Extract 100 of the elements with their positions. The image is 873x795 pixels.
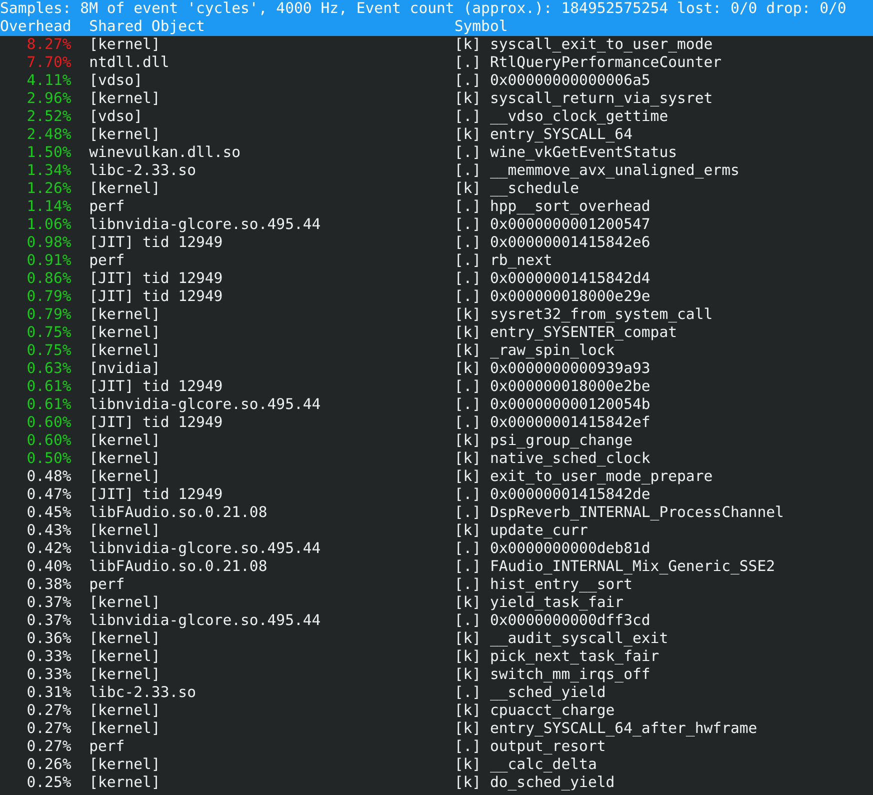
shared-object: [JIT] tid 12949: [89, 486, 224, 504]
shared-object: [kernel]: [89, 666, 162, 684]
shared-object: winevulkan.dll.so: [89, 144, 242, 162]
shared-object: [kernel]: [89, 594, 162, 612]
symbol-name: [.] 0x00000001415842d4: [454, 270, 652, 288]
shared-object: [kernel]: [89, 180, 162, 198]
overhead-value: 0.33%: [26, 666, 72, 684]
symbol-name: [k] __schedule: [454, 180, 580, 198]
symbol-name: [.] 0x000000018000e29e: [454, 288, 652, 306]
overhead-value: 0.37%: [26, 612, 72, 630]
symbol-name: [.] 0x000000018000e2be: [454, 378, 652, 396]
symbol-name: [k] exit_to_user_mode_prepare: [454, 468, 714, 486]
symbol-name: [k] 0x0000000000939a93: [454, 360, 652, 378]
symbol-name: [.] 0x0000000001200547: [454, 216, 652, 234]
symbol-name: [k] do_sched_yield: [454, 774, 616, 792]
overhead-value: 0.48%: [26, 468, 72, 486]
symbol-name: [.] 0x0000000000deb81d: [454, 540, 652, 558]
overhead-value: 0.27%: [26, 702, 72, 720]
shared-object: [JIT] tid 12949: [89, 378, 224, 396]
overhead-value: 1.06%: [26, 216, 72, 234]
shared-object: libFAudio.so.0.21.08: [89, 558, 268, 576]
shared-object: perf: [89, 738, 126, 756]
symbol-name: [.] __vdso_clock_gettime: [454, 108, 670, 126]
shared-object: perf: [89, 252, 126, 270]
overhead-value: 0.79%: [26, 288, 72, 306]
shared-object: libnvidia-glcore.so.495.44: [89, 540, 322, 558]
shared-object: libnvidia-glcore.so.495.44: [89, 396, 322, 414]
symbol-name: [.] rb_next: [454, 252, 554, 270]
shared-object: [JIT] tid 12949: [89, 270, 224, 288]
shared-object: [nvidia]: [89, 360, 162, 378]
overhead-value: 0.91%: [26, 252, 72, 270]
symbol-name: [.] 0x00000001415842ef: [454, 414, 652, 432]
overhead-value: 0.33%: [26, 648, 72, 666]
overhead-value: 0.63%: [26, 360, 72, 378]
shared-object: [kernel]: [89, 324, 162, 342]
overhead-value: 0.75%: [26, 342, 72, 360]
overhead-value: 0.50%: [26, 450, 72, 468]
overhead-value: 0.31%: [26, 684, 72, 702]
shared-object: libFAudio.so.0.21.08: [89, 504, 268, 522]
overhead-value: 1.26%: [26, 180, 72, 198]
overhead-value: 0.98%: [26, 234, 72, 252]
shared-object: [kernel]: [89, 90, 162, 108]
symbol-name: [k] entry_SYSCALL_64_after_hwframe: [454, 720, 758, 738]
overhead-value: 0.45%: [26, 504, 72, 522]
overhead-value: 0.43%: [26, 522, 72, 540]
shared-object: [kernel]: [89, 126, 162, 144]
overhead-value: 0.26%: [26, 756, 72, 774]
overhead-value: 1.14%: [26, 198, 72, 216]
shared-object: ntdll.dll: [89, 54, 170, 72]
overhead-value: 1.34%: [26, 162, 72, 180]
symbol-name: [k] entry_SYSENTER_compat: [454, 324, 678, 342]
symbol-name: [.] __memmove_avx_unaligned_erms: [454, 162, 740, 180]
overhead-value: 2.48%: [26, 126, 72, 144]
shared-object: [kernel]: [89, 756, 162, 774]
shared-object: [kernel]: [89, 342, 162, 360]
shared-object: [kernel]: [89, 720, 162, 738]
overhead-value: 0.61%: [26, 378, 72, 396]
symbol-name: [.] RtlQueryPerformanceCounter: [454, 54, 723, 72]
overhead-value: 4.11%: [26, 72, 72, 90]
symbol-name: [k] switch_mm_irqs_off: [454, 666, 652, 684]
shared-object: [kernel]: [89, 468, 162, 486]
shared-object: [kernel]: [89, 774, 162, 792]
shared-object: [JIT] tid 12949: [89, 414, 224, 432]
overhead-value: 0.38%: [26, 576, 72, 594]
shared-object: [JIT] tid 12949: [89, 288, 224, 306]
overhead-value: 0.37%: [26, 594, 72, 612]
shared-object: [kernel]: [89, 630, 162, 648]
symbol-name: [k] pick_next_task_fair: [454, 648, 660, 666]
symbol-name: [.] DspReverb_INTERNAL_ProcessChannel: [454, 504, 785, 522]
symbol-name: [k] __calc_delta: [454, 756, 598, 774]
shared-object: perf: [89, 576, 126, 594]
shared-object: libc-2.33.so: [89, 684, 197, 702]
symbol-name: [k] native_sched_clock: [454, 450, 652, 468]
shared-object: [kernel]: [89, 522, 162, 540]
symbol-name: [k] sysret32_from_system_call: [454, 306, 714, 324]
overhead-value: 0.40%: [26, 558, 72, 576]
symbol-name: [.] 0x00000001415842de: [454, 486, 652, 504]
symbol-name: [k] entry_SYSCALL_64: [454, 126, 634, 144]
shared-object: libc-2.33.so: [89, 162, 197, 180]
symbol-name: [k] syscall_exit_to_user_mode: [454, 36, 714, 54]
shared-object: libnvidia-glcore.so.495.44: [89, 216, 322, 234]
shared-object: perf: [89, 198, 126, 216]
symbol-name: [.] hpp__sort_overhead: [454, 198, 652, 216]
overhead-value: 0.61%: [26, 396, 72, 414]
shared-object: [kernel]: [89, 648, 162, 666]
overhead-value: 0.36%: [26, 630, 72, 648]
overhead-value: 0.27%: [26, 720, 72, 738]
shared-object: [JIT] tid 12949: [89, 234, 224, 252]
overhead-value: 0.86%: [26, 270, 72, 288]
shared-object: libnvidia-glcore.so.495.44: [89, 612, 322, 630]
symbol-name: [.] 0x00000000000006a5: [454, 72, 652, 90]
overhead-value: 2.96%: [26, 90, 72, 108]
overhead-value: 2.52%: [26, 108, 72, 126]
overhead-value: 0.42%: [26, 540, 72, 558]
symbol-name: [.] 0x000000000120054b: [454, 396, 652, 414]
shared-object: [kernel]: [89, 450, 162, 468]
shared-object: [kernel]: [89, 702, 162, 720]
symbol-name: [k] syscall_return_via_sysret: [454, 90, 714, 108]
shared-object: [kernel]: [89, 432, 162, 450]
symbol-name: [k] cpuacct_charge: [454, 702, 616, 720]
